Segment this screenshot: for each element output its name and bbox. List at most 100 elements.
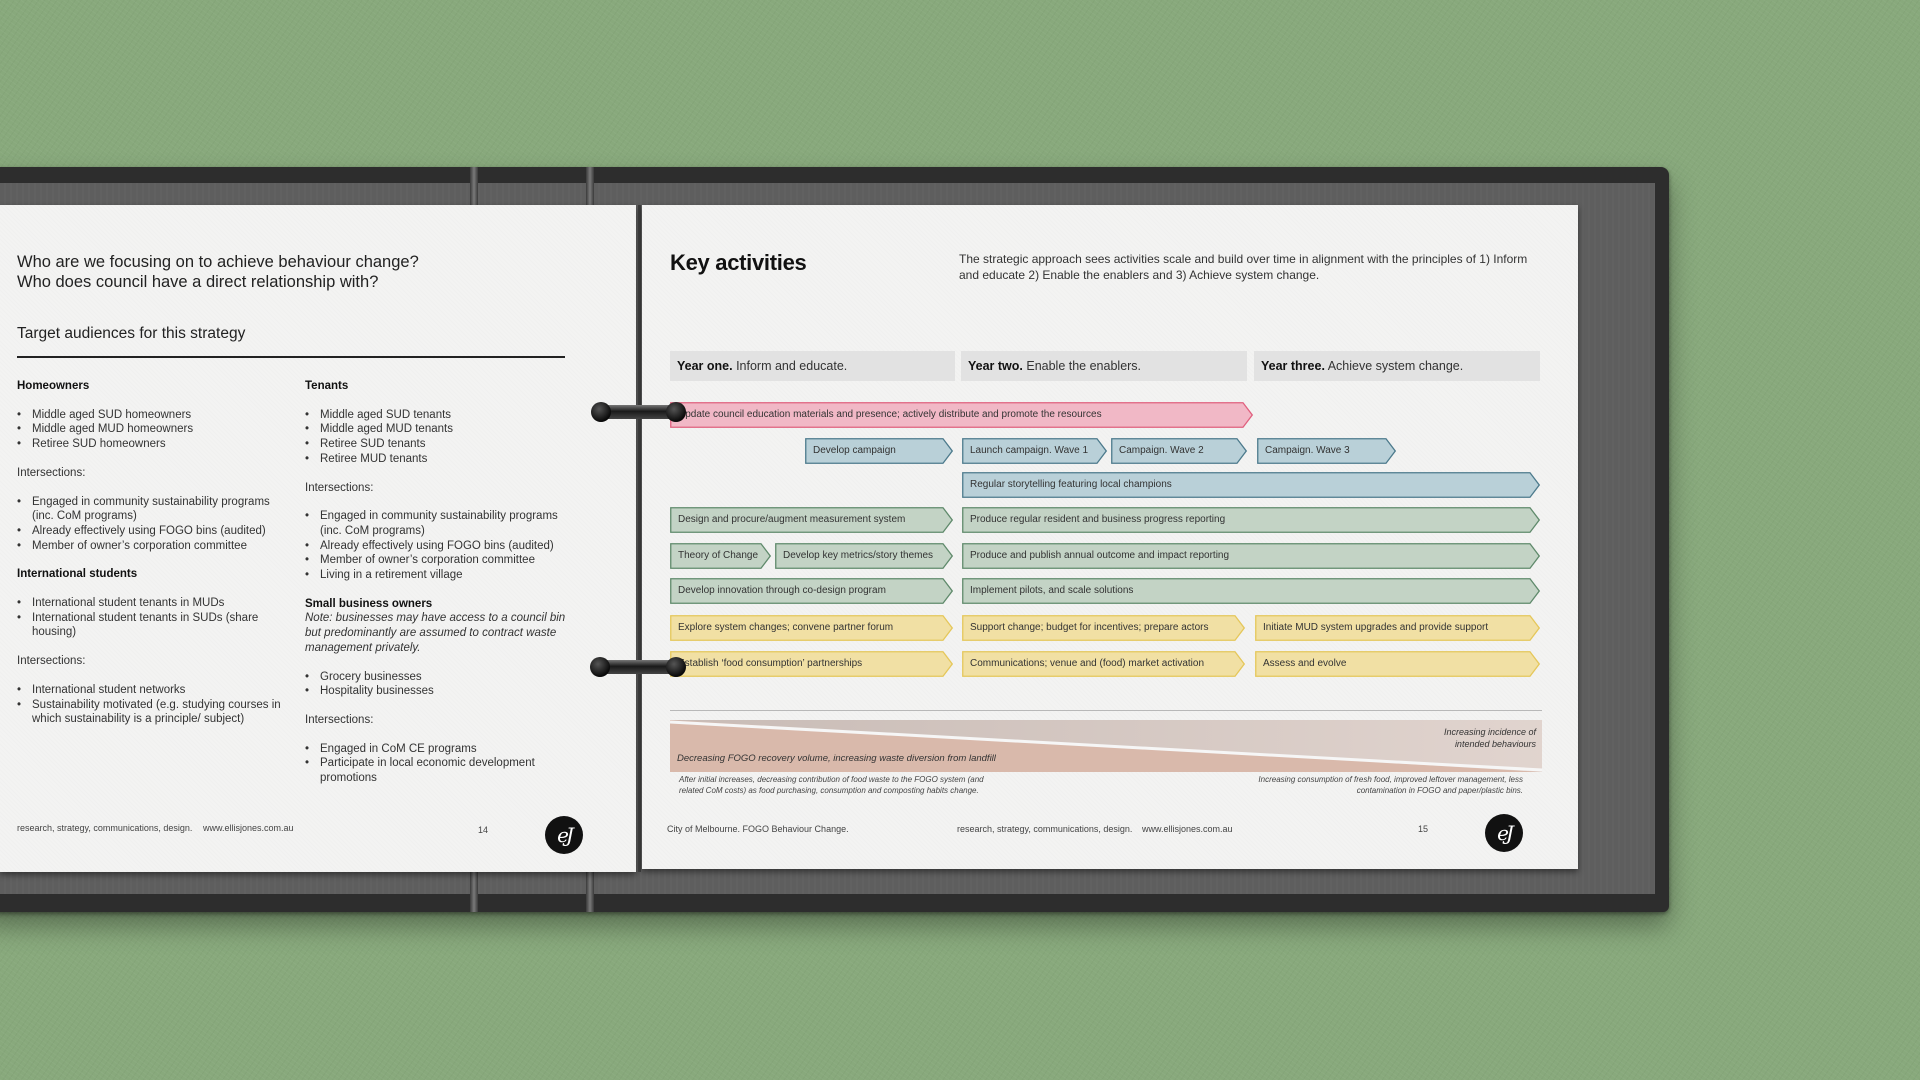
list-item: Already effectively using FOGO bins (aud… — [17, 524, 287, 539]
list-item: Engaged in community sustainability prog… — [305, 509, 575, 538]
section-heading: Tenants — [305, 380, 349, 392]
page-title: Key activities — [670, 250, 807, 275]
right-page: Key activities The strategic approach se… — [642, 205, 1578, 869]
list-item: Living in a retirement village — [305, 568, 575, 583]
list-item: Retiree SUD tenants — [305, 437, 575, 452]
footer-website: www.ellisjones.com.au — [1142, 824, 1233, 834]
audience-list: Middle aged SUD tenants Middle aged MUD … — [305, 408, 575, 467]
activity-bar-yellow: Explore system changes; convene partner … — [670, 615, 953, 641]
activity-bar-blue: Regular storytelling featuring local cha… — [962, 472, 1540, 498]
activity-bar-green: Implement pilots, and scale solutions — [962, 578, 1540, 604]
activity-label: Establish ‘food consumption’ partnership… — [678, 658, 863, 669]
intersections-label: Intersections: — [305, 713, 374, 726]
list-item: International student tenants in SUDs (s… — [17, 611, 287, 640]
activity-label: Launch campaign. Wave 1 — [970, 445, 1089, 456]
activity-label: Communications; venue and (food) market … — [970, 658, 1205, 669]
activity-label: Initiate MUD system upgrades and provide… — [1263, 622, 1489, 633]
activity-bar-blue: Campaign. Wave 3 — [1257, 438, 1396, 464]
activity-bar-blue: Develop campaign — [805, 438, 953, 464]
activity-bar-blue: Launch campaign. Wave 1 — [962, 438, 1107, 464]
section-heading: Small business owners — [305, 597, 433, 610]
audience-column: Tenants Middle aged SUD tenants Middle a… — [305, 379, 575, 800]
activity-bar-yellow: Initiate MUD system upgrades and provide… — [1255, 615, 1540, 641]
footer-doc-title: City of Melbourne. FOGO Behaviour Change… — [667, 824, 849, 834]
activity-label: Support change; budget for incentives; p… — [970, 622, 1209, 633]
trend-wedge — [670, 720, 1542, 772]
ellis-jones-logo-icon: eJ — [1485, 814, 1523, 852]
year-label: Year two. — [968, 359, 1023, 373]
audience-column: Homeowners Middle aged SUD homeowners Mi… — [17, 379, 287, 741]
activity-bar-blue: Campaign. Wave 2 — [1111, 438, 1247, 464]
intersections-list: Engaged in community sustainability prog… — [17, 495, 287, 554]
activity-bar-yellow: Communications; venue and (food) market … — [962, 651, 1245, 677]
activity-bar-green: Theory of Change — [670, 543, 771, 569]
ellis-jones-logo-icon: eJ — [545, 816, 583, 854]
activity-label: Develop campaign — [813, 445, 896, 456]
page-subtitle: Target audiences for this strategy — [17, 325, 246, 342]
activity-label: Develop innovation through co-design pro… — [678, 585, 886, 596]
page-gutter — [638, 205, 641, 872]
page-intro: The strategic approach sees activities s… — [959, 252, 1528, 282]
activity-label: Design and procure/augment measurement s… — [678, 514, 906, 525]
activity-label: Campaign. Wave 2 — [1119, 445, 1204, 456]
year-theme: Achieve system change. — [1324, 359, 1464, 373]
divider — [17, 356, 565, 358]
list-item: Member of owner’s corporation committee — [305, 553, 575, 568]
activity-label: Develop key metrics/story themes — [783, 550, 934, 561]
list-item: International student networks — [17, 683, 287, 698]
list-item: Participate in local economic developmen… — [305, 756, 575, 785]
list-item: Hospitality businesses — [305, 684, 575, 699]
year-label: Year three. — [1261, 359, 1325, 373]
binder-ring-end — [666, 657, 686, 677]
footer-tagline: research, strategy, communications, desi… — [17, 823, 193, 833]
binder-ring-end — [666, 402, 686, 422]
activity-label: Campaign. Wave 3 — [1265, 445, 1350, 456]
binder-ring-end — [590, 657, 610, 677]
activity-bar-yellow: Support change; budget for incentives; p… — [962, 615, 1245, 641]
list-item: Engaged in community sustainability prog… — [17, 495, 287, 524]
list-item: Middle aged MUD tenants — [305, 422, 575, 437]
activity-bar-green: Design and procure/augment measurement s… — [670, 507, 953, 533]
section-note: Note: businesses may have access to a co… — [305, 612, 566, 654]
binder-ring-end — [591, 402, 611, 422]
activity-bar-green: Develop key metrics/story themes — [775, 543, 953, 569]
list-item: Grocery businesses — [305, 670, 575, 685]
left-page: Who are we focusing on to achieve behavi… — [0, 205, 636, 872]
year-header: Year one. Inform and educate. — [670, 351, 955, 381]
intersections-list: Engaged in CoM CE programs Participate i… — [305, 742, 575, 786]
activity-label: Implement pilots, and scale solutions — [970, 585, 1134, 596]
section-heading: International students — [17, 568, 138, 581]
list-item: Sustainability motivated (e.g. studying … — [17, 698, 287, 727]
list-item: Retiree MUD tenants — [305, 452, 575, 467]
page-question: Who are we focusing on to achieve behavi… — [17, 252, 419, 292]
list-item: Engaged in CoM CE programs — [305, 742, 575, 757]
list-item: Already effectively using FOGO bins (aud… — [305, 539, 575, 554]
divider — [670, 710, 1542, 711]
question-line: Who does council have a direct relations… — [17, 273, 379, 291]
list-item: Retiree SUD homeowners — [17, 437, 287, 452]
activity-label: Produce regular resident and business pr… — [970, 514, 1226, 525]
activity-bar-green: Develop innovation through co-design pro… — [670, 578, 953, 604]
activity-bar-green: Produce and publish annual outcome and i… — [962, 543, 1540, 569]
year-label: Year one. — [677, 359, 733, 373]
list-item: Middle aged MUD homeowners — [17, 422, 287, 437]
year-theme: Enable the enablers. — [1022, 359, 1142, 373]
activity-label: Update council education materials and p… — [678, 409, 1102, 420]
trend-note-left: After initial increases, decreasing cont… — [679, 775, 984, 795]
audience-list: Grocery businesses Hospitality businesse… — [305, 670, 575, 699]
activity-label: Produce and publish annual outcome and i… — [970, 550, 1230, 561]
question-line: Who are we focusing on to achieve behavi… — [17, 253, 419, 271]
activity-bar-green: Produce regular resident and business pr… — [962, 507, 1540, 533]
intersections-list: Engaged in community sustainability prog… — [305, 509, 575, 583]
list-item: Middle aged SUD homeowners — [17, 408, 287, 423]
activity-label: Assess and evolve — [1263, 658, 1347, 669]
trend-note-right: Increasing consumption of fresh food, im… — [1258, 775, 1523, 795]
trend-left-label: Decreasing FOGO recovery volume, increas… — [677, 753, 996, 764]
intersections-label: Intersections: — [17, 466, 86, 479]
footer-tagline: research, strategy, communications, desi… — [957, 824, 1133, 834]
intersections-label: Intersections: — [305, 481, 374, 494]
section-heading: Homeowners — [17, 380, 90, 392]
list-item: Member of owner’s corporation committee — [17, 539, 287, 554]
activity-bar-pink: Update council education materials and p… — [670, 402, 1253, 428]
list-item: Middle aged SUD tenants — [305, 408, 575, 423]
